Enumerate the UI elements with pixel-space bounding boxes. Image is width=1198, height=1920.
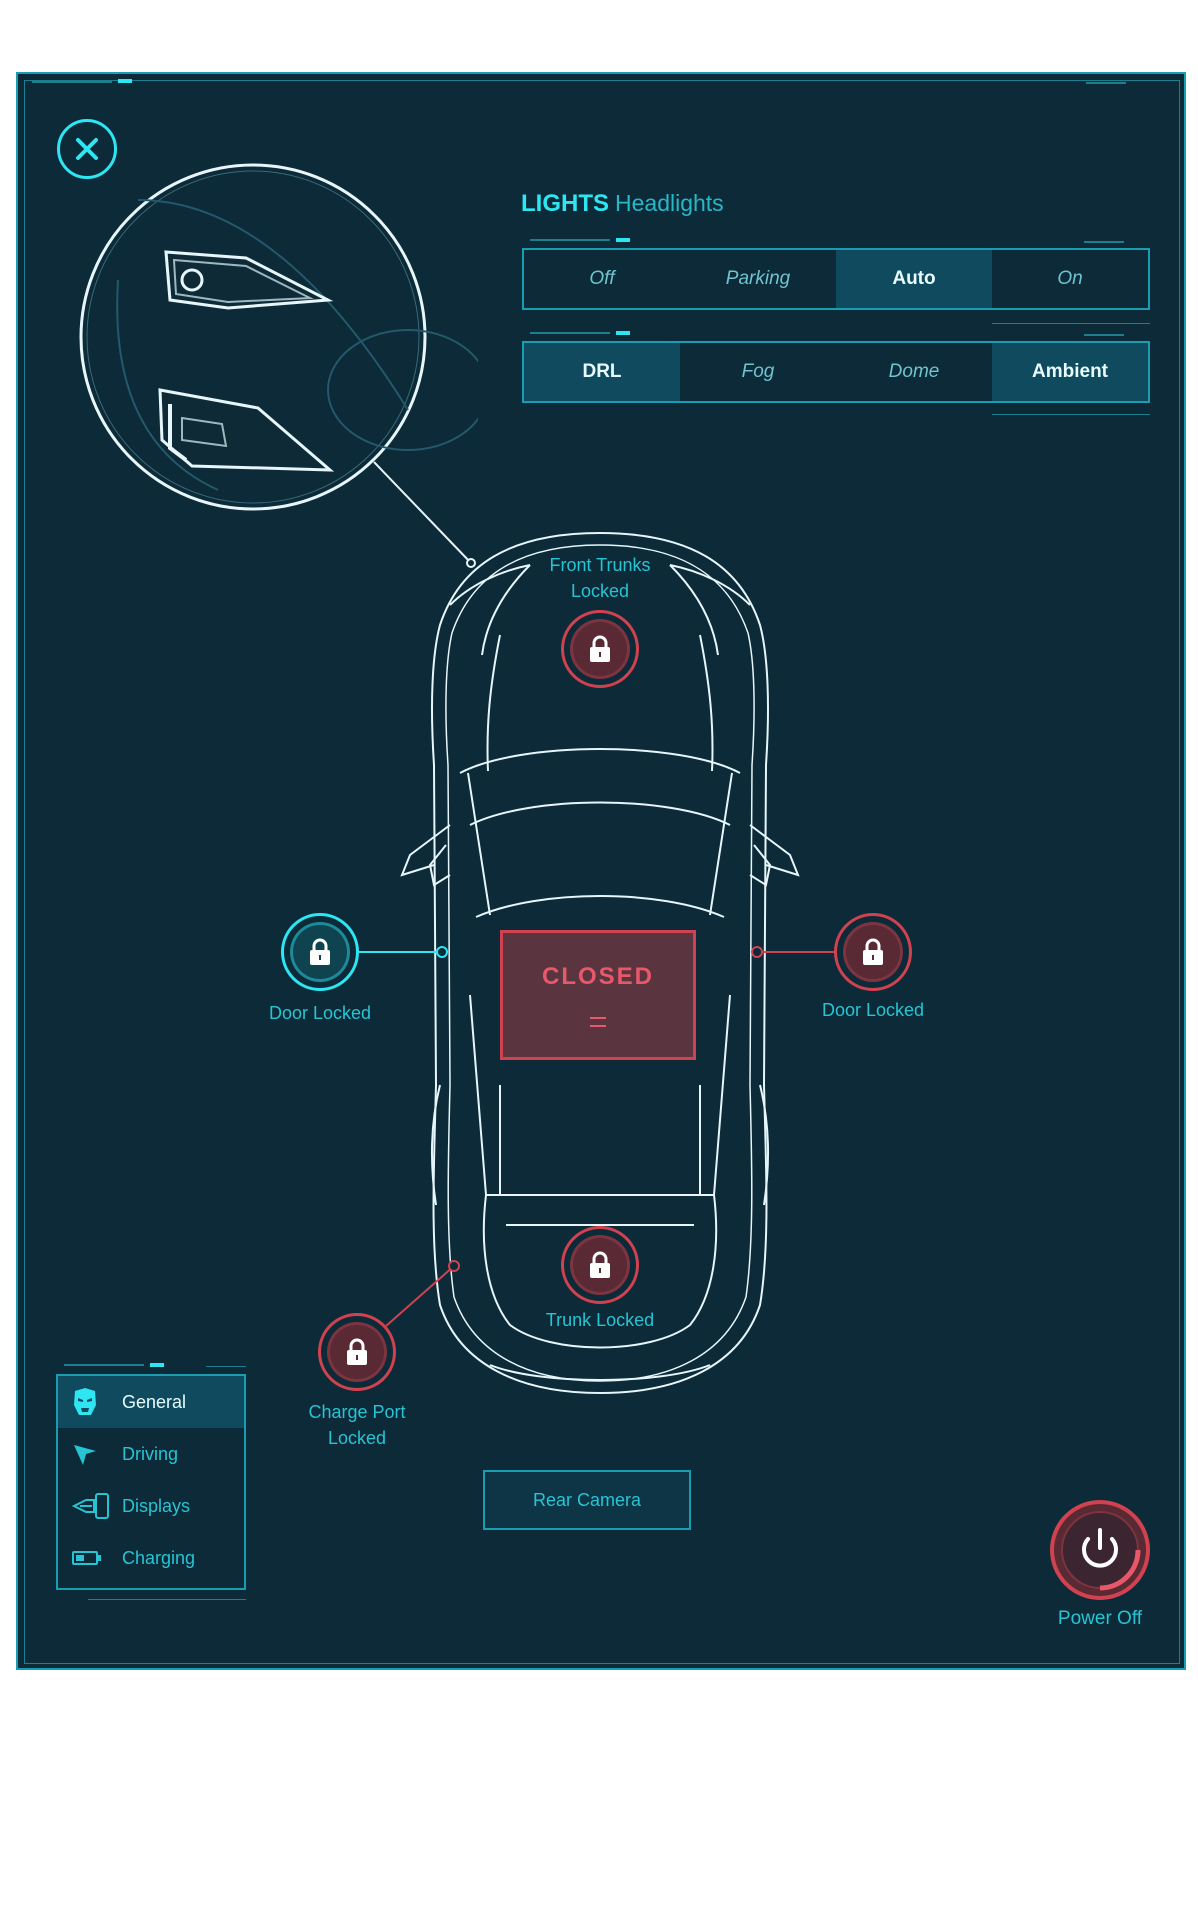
sunroof-handle-icon — [590, 1017, 606, 1027]
front-trunk-label-line1: Front Trunks — [549, 555, 651, 575]
left-door-label: Door Locked — [268, 1003, 372, 1023]
nav-label-displays: Displays — [122, 1495, 191, 1516]
sunroof-status-button[interactable]: CLOSED — [500, 930, 696, 1060]
right-door-label: Door Locked — [821, 1000, 925, 1020]
nav-item-general[interactable]: General — [58, 1376, 244, 1428]
right-door-lock-button[interactable] — [834, 913, 912, 991]
lock-icon — [310, 938, 330, 965]
nav-label-general: General — [122, 1391, 187, 1412]
charge-port-label-line1: Charge Port — [308, 1402, 406, 1422]
front-trunk-label-line2: Locked — [570, 581, 630, 601]
deco-line — [64, 1364, 144, 1366]
lock-icon — [590, 1251, 610, 1278]
nav-item-charging[interactable]: Charging — [58, 1532, 244, 1584]
lock-icon — [347, 1338, 367, 1365]
power-icon — [1061, 1511, 1141, 1591]
sunroof-status-text: CLOSED — [541, 963, 654, 990]
front-trunk-label: Front Trunks Locked — [530, 552, 670, 604]
trunk-label: Trunk Locked — [545, 1310, 655, 1330]
navigation-arrow-icon — [72, 1440, 110, 1468]
nav-label-driving: Driving — [122, 1443, 179, 1464]
battery-icon — [72, 1544, 110, 1572]
lock-icon — [863, 938, 883, 965]
deco-dot — [150, 1363, 164, 1367]
nav-item-displays[interactable]: Displays — [58, 1480, 244, 1532]
trunk-lock-button[interactable] — [561, 1226, 639, 1304]
power-off-label: Power Off — [1057, 1608, 1143, 1629]
helmet-icon — [72, 1388, 110, 1416]
power-off-button[interactable] — [1050, 1500, 1150, 1600]
nav-item-driving[interactable]: Driving — [58, 1428, 244, 1480]
display-icon — [72, 1492, 110, 1520]
deco-line — [88, 1599, 246, 1600]
lock-icon — [590, 635, 610, 662]
charge-port-lock-button[interactable] — [318, 1313, 396, 1391]
side-navigation: General Driving Displays Charging — [56, 1374, 246, 1590]
rear-camera-button[interactable]: Rear Camera — [483, 1470, 691, 1530]
charge-port-label-line2: Locked — [327, 1428, 387, 1448]
left-door-lock-button[interactable] — [281, 913, 359, 991]
charge-port-label: Charge Port Locked — [287, 1399, 427, 1451]
front-trunk-lock-button[interactable] — [561, 610, 639, 688]
nav-label-charging: Charging — [122, 1547, 196, 1568]
deco-line — [206, 1366, 246, 1367]
